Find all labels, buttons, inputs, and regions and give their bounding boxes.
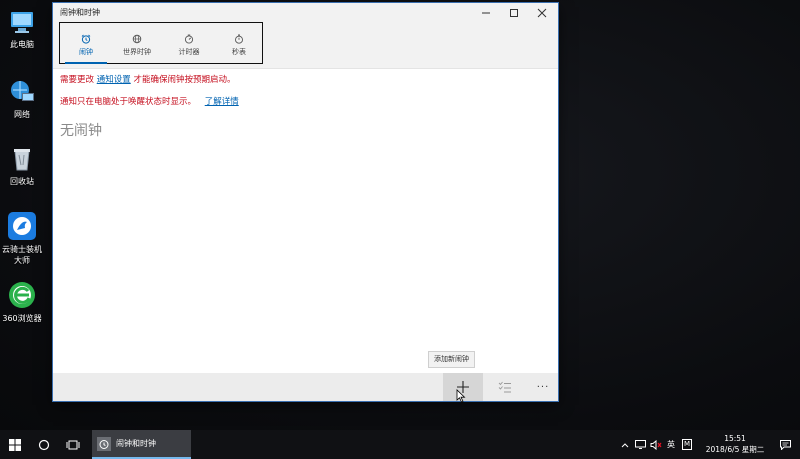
tab-timer[interactable]: 计时器 [164, 23, 214, 65]
desktop-icon-network[interactable]: 网络 [2, 78, 42, 120]
learn-more-link[interactable]: 了解详情 [205, 97, 239, 107]
awake-notice: 通知只在电脑处于唤醒状态时显示。 了解详情 [60, 97, 239, 107]
yunqishi-icon [7, 211, 37, 241]
notification-settings-link[interactable]: 通知设置 [97, 75, 131, 85]
close-icon [537, 8, 547, 17]
cortana-circle-icon [38, 439, 49, 450]
maximize-button[interactable] [500, 3, 528, 22]
notification-icon [779, 439, 791, 450]
360-browser-icon [7, 280, 37, 310]
windows-logo-icon [8, 438, 21, 451]
minimize-button[interactable] [472, 3, 500, 22]
more-button[interactable]: ··· [523, 373, 563, 401]
notification-settings-notice: 需要更改 通知设置 才能确保闹钟按预期启动。 [60, 75, 236, 85]
minimize-icon [482, 12, 490, 13]
desktop-icon-360-browser[interactable]: 360浏览器 [2, 280, 42, 324]
add-alarm-button[interactable] [443, 373, 483, 403]
close-button[interactable] [528, 3, 556, 22]
maximize-icon [510, 8, 518, 17]
computer-icon [8, 8, 36, 36]
network-icon [8, 78, 36, 106]
tab-world-clock[interactable]: 世界时钟 [112, 23, 162, 65]
desktop-icon-recycle-bin[interactable]: 回收站 [2, 145, 42, 187]
alarms-clock-window: 闹钟和时钟 闹钟 世界时钟 计时器 秒表 需要更改 通知设置 才能确保闹钟按预期… [53, 3, 558, 403]
timer-icon [184, 34, 194, 44]
chevron-up-icon [621, 442, 629, 447]
search-button[interactable] [29, 430, 58, 459]
add-alarm-tooltip: 添加新闹钟 [428, 351, 475, 368]
volume-button[interactable] [648, 430, 664, 459]
ime-mode-indicator[interactable]: M [680, 430, 694, 459]
command-bar: ··· [53, 373, 558, 403]
stopwatch-icon [235, 34, 243, 44]
window-title: 闹钟和时钟 [60, 8, 100, 17]
desktop-icon-yunqishi[interactable]: 云骑士装机 大师 [2, 211, 42, 266]
alarm-clock-app-icon [97, 436, 111, 451]
volume-muted-icon [650, 439, 662, 450]
tab-highlight-frame: 闹钟 世界时钟 计时器 秒表 [59, 22, 263, 64]
no-alarms-text: 无闹钟 [60, 123, 102, 139]
tab-alarm[interactable]: 闹钟 [61, 23, 111, 65]
tab-stopwatch[interactable]: 秒表 [214, 23, 264, 65]
show-hidden-icons-button[interactable] [618, 430, 632, 459]
tab-bar: 闹钟 世界时钟 计时器 秒表 [53, 22, 558, 69]
task-view-icon [66, 440, 80, 449]
select-alarms-button[interactable] [485, 373, 525, 401]
clock-time: 15:51 [724, 434, 746, 443]
globe-icon [132, 34, 142, 44]
action-tray-button[interactable] [633, 430, 647, 459]
select-icon [498, 381, 511, 393]
alarm-list-area: 需要更改 通知设置 才能确保闹钟按预期启动。 通知只在电脑处于唤醒状态时显示。 … [53, 69, 558, 373]
display-icon [634, 440, 646, 449]
ime-language-indicator[interactable]: 英 [664, 430, 678, 459]
clock[interactable]: 15:51 2018/6/5 星期二 [700, 433, 770, 455]
mouse-cursor-icon [456, 389, 466, 403]
start-button[interactable] [0, 430, 29, 459]
alarm-icon [81, 34, 91, 44]
action-center-button[interactable] [775, 430, 795, 459]
task-view-button[interactable] [58, 430, 88, 459]
taskbar: 闹钟和时钟 英 M 15:51 2018/6/5 星期二 [0, 430, 800, 459]
more-icon: ··· [536, 381, 550, 393]
desktop-icon-this-pc[interactable]: 此电脑 [2, 8, 42, 50]
clock-date: 2018/6/5 星期二 [705, 445, 765, 454]
recycle-bin-icon [8, 145, 36, 173]
title-bar[interactable]: 闹钟和时钟 [53, 3, 558, 22]
taskbar-app-alarms-clock[interactable]: 闹钟和时钟 [92, 430, 191, 459]
